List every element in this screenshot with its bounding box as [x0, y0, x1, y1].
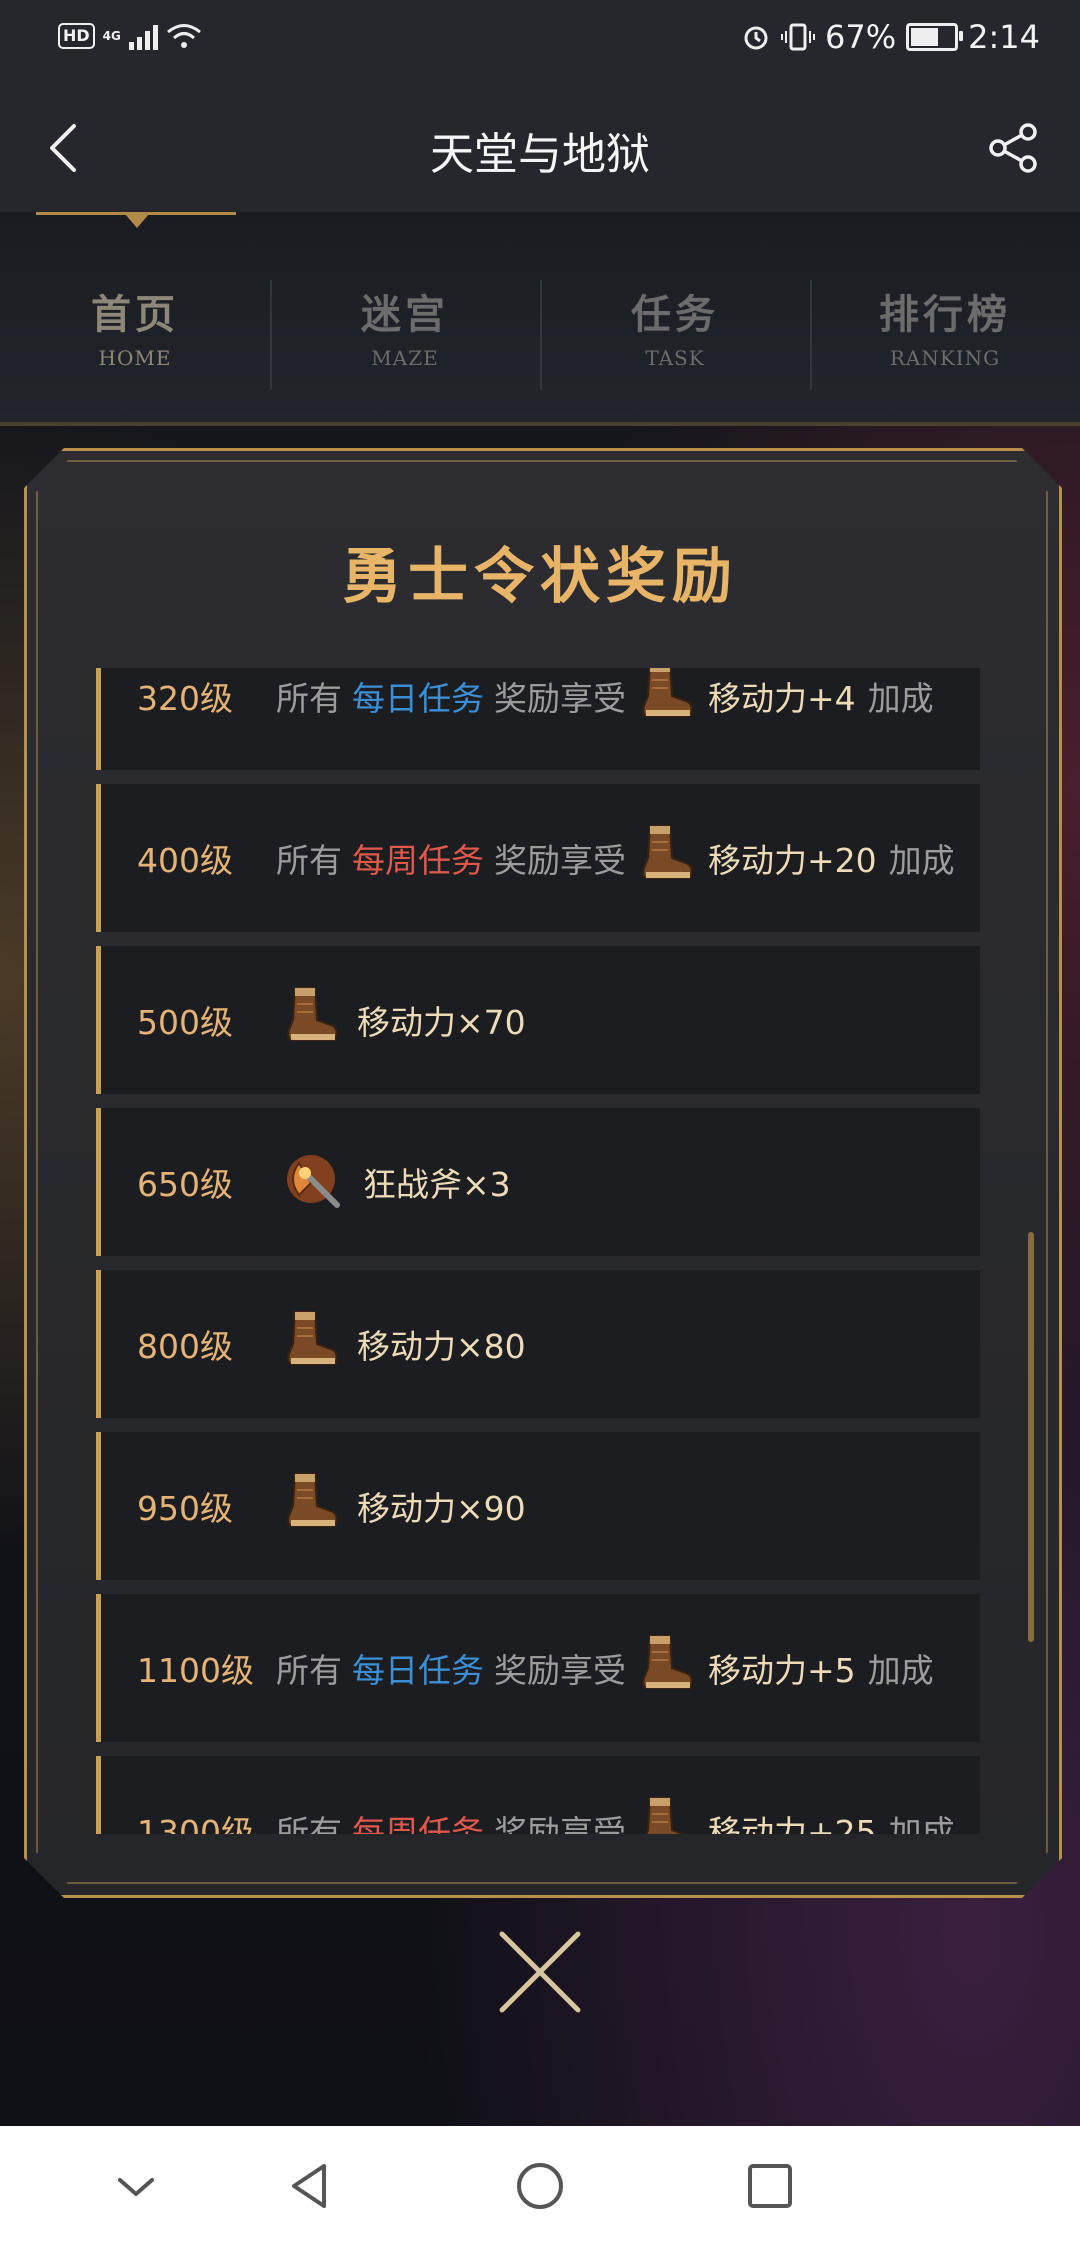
reward-mid: 奖励享受 [494, 1813, 626, 1834]
reward-row: 650级 狂战斧×3 [96, 1108, 980, 1256]
reward-description: 所有 每周任务 奖励享受 移动力+20 加成 [276, 822, 955, 894]
tab-ranking-sublabel: RANKING [889, 346, 1001, 370]
tab-home-label: 首页 [91, 291, 179, 338]
reward-level: 950级 [137, 1489, 233, 1528]
tab-home-sublabel: HOME [98, 346, 172, 370]
tab-maze-label: 迷宫 [361, 291, 449, 338]
page-title: 天堂与地狱 [430, 129, 650, 180]
reward-value: 移动力+5 [708, 1651, 856, 1690]
clock: 2:14 [968, 18, 1040, 56]
share-icon[interactable] [984, 118, 1044, 178]
reward-value: 移动力+20 [708, 841, 877, 880]
title-bar: 天堂与地狱 [0, 80, 1080, 214]
close-icon[interactable] [494, 1926, 586, 2018]
tab-task-sublabel: TASK [645, 346, 705, 370]
tab-task-label: 任务 [631, 291, 719, 338]
reward-level: 650级 [137, 1165, 233, 1204]
status-bar: HD 4G 67% 2:14 [0, 0, 1080, 80]
reward-item: 狂战斧×3 [281, 1145, 511, 1219]
status-left: HD 4G [58, 22, 202, 50]
reward-suffix: 加成 [867, 679, 934, 718]
reward-row: 1100级 所有 每日任务 奖励享受 移动力+5 加成 [96, 1594, 980, 1742]
reward-row: 1300级 所有 每周任务 奖励享受 移动力+25 加成 [96, 1756, 980, 1834]
reward-value: 移动力+4 [708, 679, 856, 718]
reward-level: 1100级 [137, 1651, 254, 1690]
reward-item-label: 移动力×90 [357, 1489, 526, 1528]
network-type: 4G [102, 29, 121, 43]
task-type-link[interactable]: 每周任务 [352, 1806, 484, 1834]
boot-icon [281, 1470, 341, 1542]
boot-icon [281, 984, 341, 1056]
chevron-down-icon[interactable] [110, 2160, 162, 2212]
battery-icon [906, 23, 964, 51]
boot-icon [636, 822, 696, 894]
signal-icon [128, 22, 158, 50]
recents-square-icon[interactable] [744, 2160, 796, 2212]
reward-item-label: 移动力×80 [357, 1327, 526, 1366]
reward-mid: 奖励享受 [494, 679, 626, 718]
boot-icon [636, 668, 696, 732]
reward-level: 1300级 [137, 1813, 254, 1834]
reward-mid: 奖励享受 [494, 841, 626, 880]
tab-maze-sublabel: MAZE [371, 346, 439, 370]
hd-badge: HD [58, 23, 95, 49]
game-tab-bar: 首页 HOME 迷宫 MAZE 任务 TASK 排行榜 RANKING [0, 212, 1080, 426]
reward-level: 800级 [137, 1327, 233, 1366]
reward-prefix: 所有 [276, 841, 342, 880]
reward-row: 400级 所有 每周任务 奖励享受 移动力+20 加成 [96, 784, 980, 932]
task-type-link[interactable]: 每周任务 [352, 834, 484, 882]
tab-task[interactable]: 任务 TASK [540, 282, 810, 370]
reward-value: 移动力+25 [708, 1813, 877, 1834]
reward-item-label: 移动力×70 [357, 1003, 526, 1042]
tab-maze[interactable]: 迷宫 MAZE [270, 282, 540, 370]
vibrate-icon [781, 23, 816, 51]
reward-row: 320级 所有 每日任务 奖励享受 移动力+4 加成 [96, 668, 980, 770]
reward-suffix: 加成 [888, 841, 955, 880]
reward-prefix: 所有 [276, 679, 342, 718]
back-triangle-icon[interactable] [284, 2160, 336, 2212]
reward-prefix: 所有 [276, 1813, 342, 1834]
tab-ranking-label: 排行榜 [879, 291, 1011, 338]
reward-level: 400级 [137, 841, 233, 880]
axe-icon [281, 1145, 347, 1219]
reward-suffix: 加成 [867, 1651, 934, 1690]
reward-level: 500级 [137, 1003, 233, 1042]
tab-ranking[interactable]: 排行榜 RANKING [810, 282, 1080, 370]
status-right: 67% 2:14 [741, 18, 1040, 56]
panel-title: 勇士令状奖励 [342, 542, 738, 612]
wifi-icon [166, 24, 201, 48]
reward-level: 320级 [137, 679, 233, 718]
reward-suffix: 加成 [888, 1813, 955, 1834]
home-circle-icon[interactable] [514, 2160, 566, 2212]
reward-item-label: 狂战斧×3 [363, 1165, 511, 1204]
reward-row: 800级 移动力×80 [96, 1270, 980, 1418]
active-tab-arrow [125, 214, 149, 228]
alarm-icon [744, 26, 768, 50]
battery-percent: 67% [825, 18, 897, 56]
tab-home[interactable]: 首页 HOME [0, 282, 270, 370]
reward-description: 所有 每日任务 奖励享受 移动力+4 加成 [276, 668, 934, 732]
system-nav-bar [0, 2126, 1080, 2244]
reward-list[interactable]: 320级 所有 每日任务 奖励享受 移动力+4 加成 400级 所有 每周任务 奖励享受 移动力+2… [96, 668, 980, 1834]
reward-item: 移动力×90 [281, 1470, 526, 1542]
reward-row: 950级 移动力×90 [96, 1432, 980, 1580]
reward-row: 500级 移动力×70 [96, 946, 980, 1094]
scrollbar[interactable] [1028, 1232, 1034, 1642]
task-type-link[interactable]: 每日任务 [352, 672, 484, 720]
reward-prefix: 所有 [276, 1651, 342, 1690]
reward-description: 所有 每日任务 奖励享受 移动力+5 加成 [276, 1632, 934, 1704]
boot-icon [636, 1794, 696, 1834]
reward-description: 所有 每周任务 奖励享受 移动力+25 加成 [276, 1794, 955, 1834]
task-type-link[interactable]: 每日任务 [352, 1644, 484, 1692]
reward-item: 移动力×80 [281, 1308, 526, 1380]
boot-icon [636, 1632, 696, 1704]
reward-mid: 奖励享受 [494, 1651, 626, 1690]
boot-icon [281, 1308, 341, 1380]
reward-item: 移动力×70 [281, 984, 526, 1056]
